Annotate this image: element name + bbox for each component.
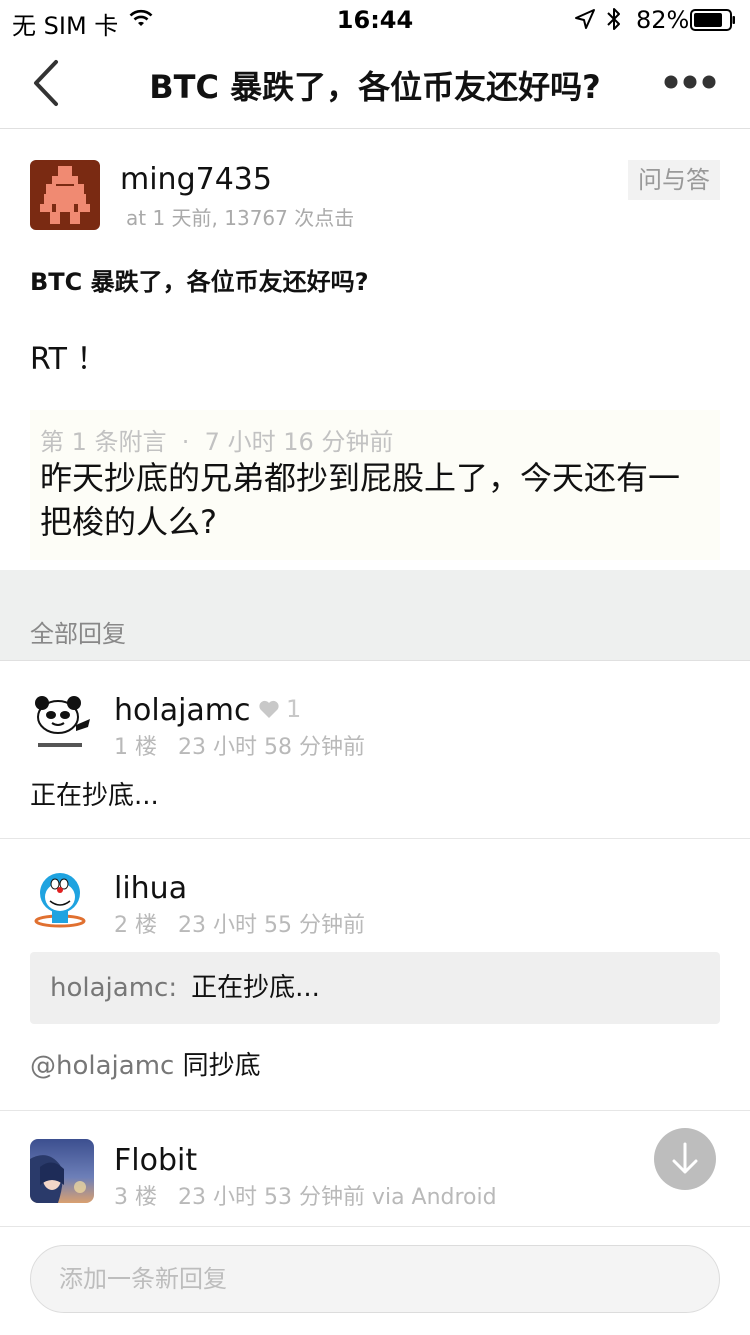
post-meta: at 1 天前, 13767 次点击 — [126, 206, 355, 230]
arrow-down-icon — [672, 1142, 698, 1174]
reply-username[interactable]: lihua — [114, 871, 187, 906]
reply-meta: 1 楼 23 小时 58 分钟前 — [114, 735, 365, 760]
reply-quote: holajamc: 正在抄底... — [30, 952, 720, 1024]
append-header: 第 1 条附言 · 7 小时 16 分钟前 — [40, 428, 394, 456]
chevron-left-icon[interactable] — [28, 56, 64, 110]
reply-meta: 2 楼 23 小时 55 分钟前 — [114, 913, 365, 938]
doraemon-avatar-icon — [30, 867, 94, 931]
reply-avatar[interactable] — [30, 689, 94, 753]
reply-content: @holajamc 同抄底 — [30, 1045, 261, 1082]
post-title: BTC 暴跌了，各位币友还好吗? — [30, 268, 369, 296]
reply-bar — [0, 1226, 750, 1335]
heart-icon[interactable] — [258, 699, 280, 719]
author-avatar[interactable] — [30, 160, 100, 230]
reply-text: 同抄底 — [174, 1051, 261, 1081]
post-author[interactable]: ming7435 — [120, 162, 272, 197]
location-arrow-icon — [575, 9, 595, 29]
bluetooth-icon — [607, 8, 620, 30]
page-title: BTC 暴跌了，各位币友还好吗? — [149, 68, 601, 106]
node-tag[interactable]: 问与答 — [628, 160, 720, 200]
quote-username: holajamc: — [50, 973, 178, 1003]
replies-label: 全部回复 — [30, 620, 126, 648]
reply-item[interactable]: lihua 2 楼 23 小时 55 分钟前 holajamc: 正在抄底... … — [0, 839, 750, 1111]
pixel-avatar-icon — [30, 160, 100, 230]
reply-username[interactable]: Flobit — [114, 1143, 197, 1178]
panda-avatar-icon — [30, 689, 94, 753]
reply-item[interactable]: Flobit 3 楼 23 小时 53 分钟前 via Android — [0, 1111, 750, 1226]
more-dots-icon[interactable] — [664, 74, 716, 90]
scroll-down-button[interactable] — [654, 1128, 716, 1190]
reply-avatar[interactable] — [30, 1139, 94, 1203]
reply-input[interactable] — [30, 1245, 720, 1313]
mention-link[interactable]: @holajamc — [30, 1051, 174, 1081]
reply-item[interactable]: holajamc 1 1 楼 23 小时 58 分钟前 正在抄底... — [0, 661, 750, 839]
post-append: 第 1 条附言 · 7 小时 16 分钟前 昨天抄底的兄弟都抄到屁股上了，今天还… — [30, 410, 720, 560]
quote-text: 正在抄底... — [191, 973, 320, 1003]
status-bar: 无 SIM 卡 16:44 82% — [0, 0, 750, 40]
reply-username[interactable]: holajamc — [114, 693, 251, 728]
reply-content: 正在抄底... — [30, 781, 159, 811]
reply-avatar[interactable] — [30, 867, 94, 931]
replies-section-header: 全部回复 — [0, 570, 750, 661]
battery-icon — [690, 9, 735, 31]
post-body: RT ！ — [30, 342, 107, 377]
navigation-bar: BTC 暴跌了，各位币友还好吗? — [0, 40, 750, 129]
reply-meta: 3 楼 23 小时 53 分钟前 via Android — [114, 1185, 497, 1210]
battery-percent: 82% — [636, 6, 690, 34]
like-count: 1 — [286, 695, 302, 723]
append-text: 昨天抄底的兄弟都抄到屁股上了，今天还有一把梭的人么? — [40, 459, 681, 541]
anime-avatar-icon — [30, 1139, 94, 1203]
